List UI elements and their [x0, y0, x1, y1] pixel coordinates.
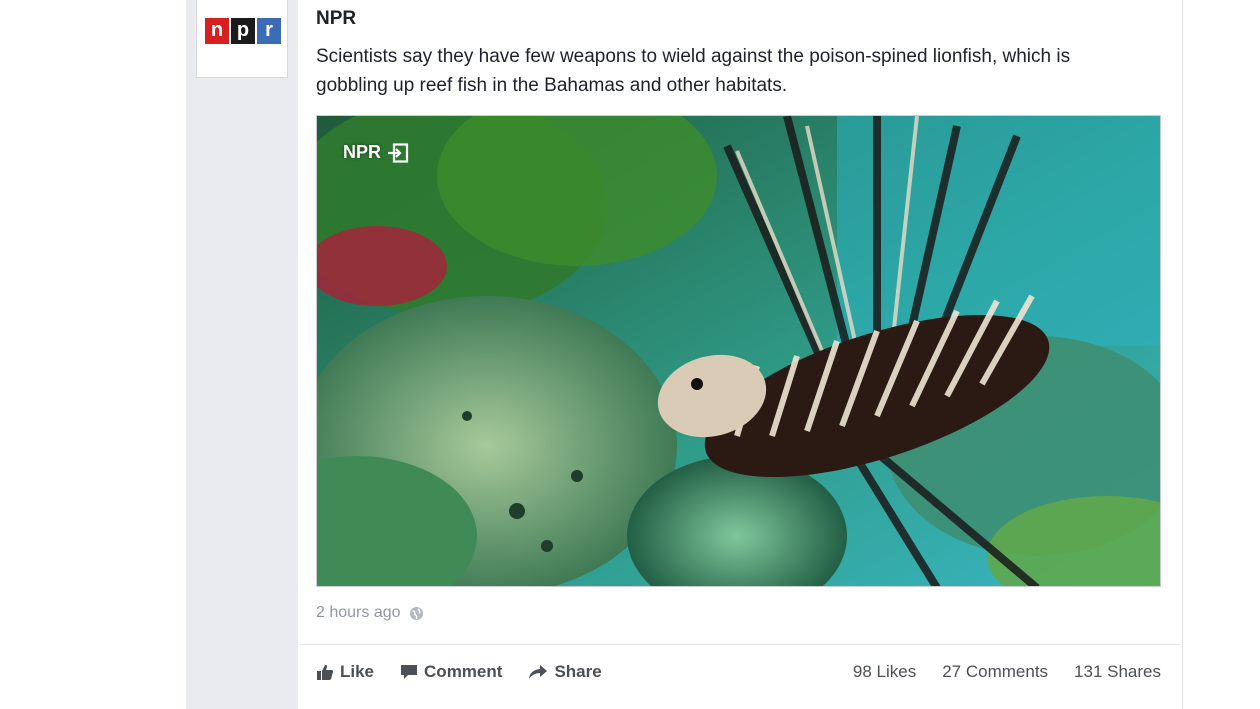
lionfish-video-frame	[317, 116, 1160, 586]
npr-logo-n: n	[205, 18, 229, 44]
page-name-link[interactable]: NPR	[316, 8, 356, 30]
share-out-icon	[388, 142, 409, 163]
video-badge-label: NPR	[343, 142, 382, 162]
comment-button[interactable]: Comment	[400, 662, 502, 682]
share-label: Share	[554, 662, 602, 681]
thumbs-up-icon	[317, 664, 334, 680]
npr-logo-p: p	[231, 18, 255, 44]
post-actions: Like Comment Share	[316, 662, 602, 682]
post-video[interactable]: NPR	[316, 115, 1161, 587]
post-text: Scientists say they have few weapons to …	[316, 46, 1071, 96]
comment-bubble-icon	[401, 665, 418, 679]
comment-label: Comment	[424, 662, 503, 681]
share-arrow-icon	[529, 665, 548, 679]
feed-left-gutter	[186, 0, 298, 709]
video-source-badge: NPR	[343, 142, 409, 163]
share-button[interactable]: Share	[528, 662, 602, 682]
comments-count[interactable]: 27 Comments	[942, 662, 1048, 682]
post-stats: 98 Likes 27 Comments 131 Shares	[853, 662, 1161, 682]
post-divider	[300, 644, 1180, 645]
like-label: Like	[340, 662, 375, 681]
like-button[interactable]: Like	[316, 662, 374, 682]
feed-right-area	[1183, 0, 1260, 709]
page-avatar[interactable]: n p r	[196, 0, 288, 78]
likes-count[interactable]: 98 Likes	[853, 662, 916, 682]
npr-logo: n p r	[205, 18, 281, 44]
post-meta: 2 hours ago	[316, 604, 424, 622]
npr-logo-r: r	[257, 18, 281, 44]
post-timestamp[interactable]: 2 hours ago	[316, 604, 401, 622]
shares-count[interactable]: 131 Shares	[1074, 662, 1161, 682]
globe-icon	[409, 606, 423, 620]
